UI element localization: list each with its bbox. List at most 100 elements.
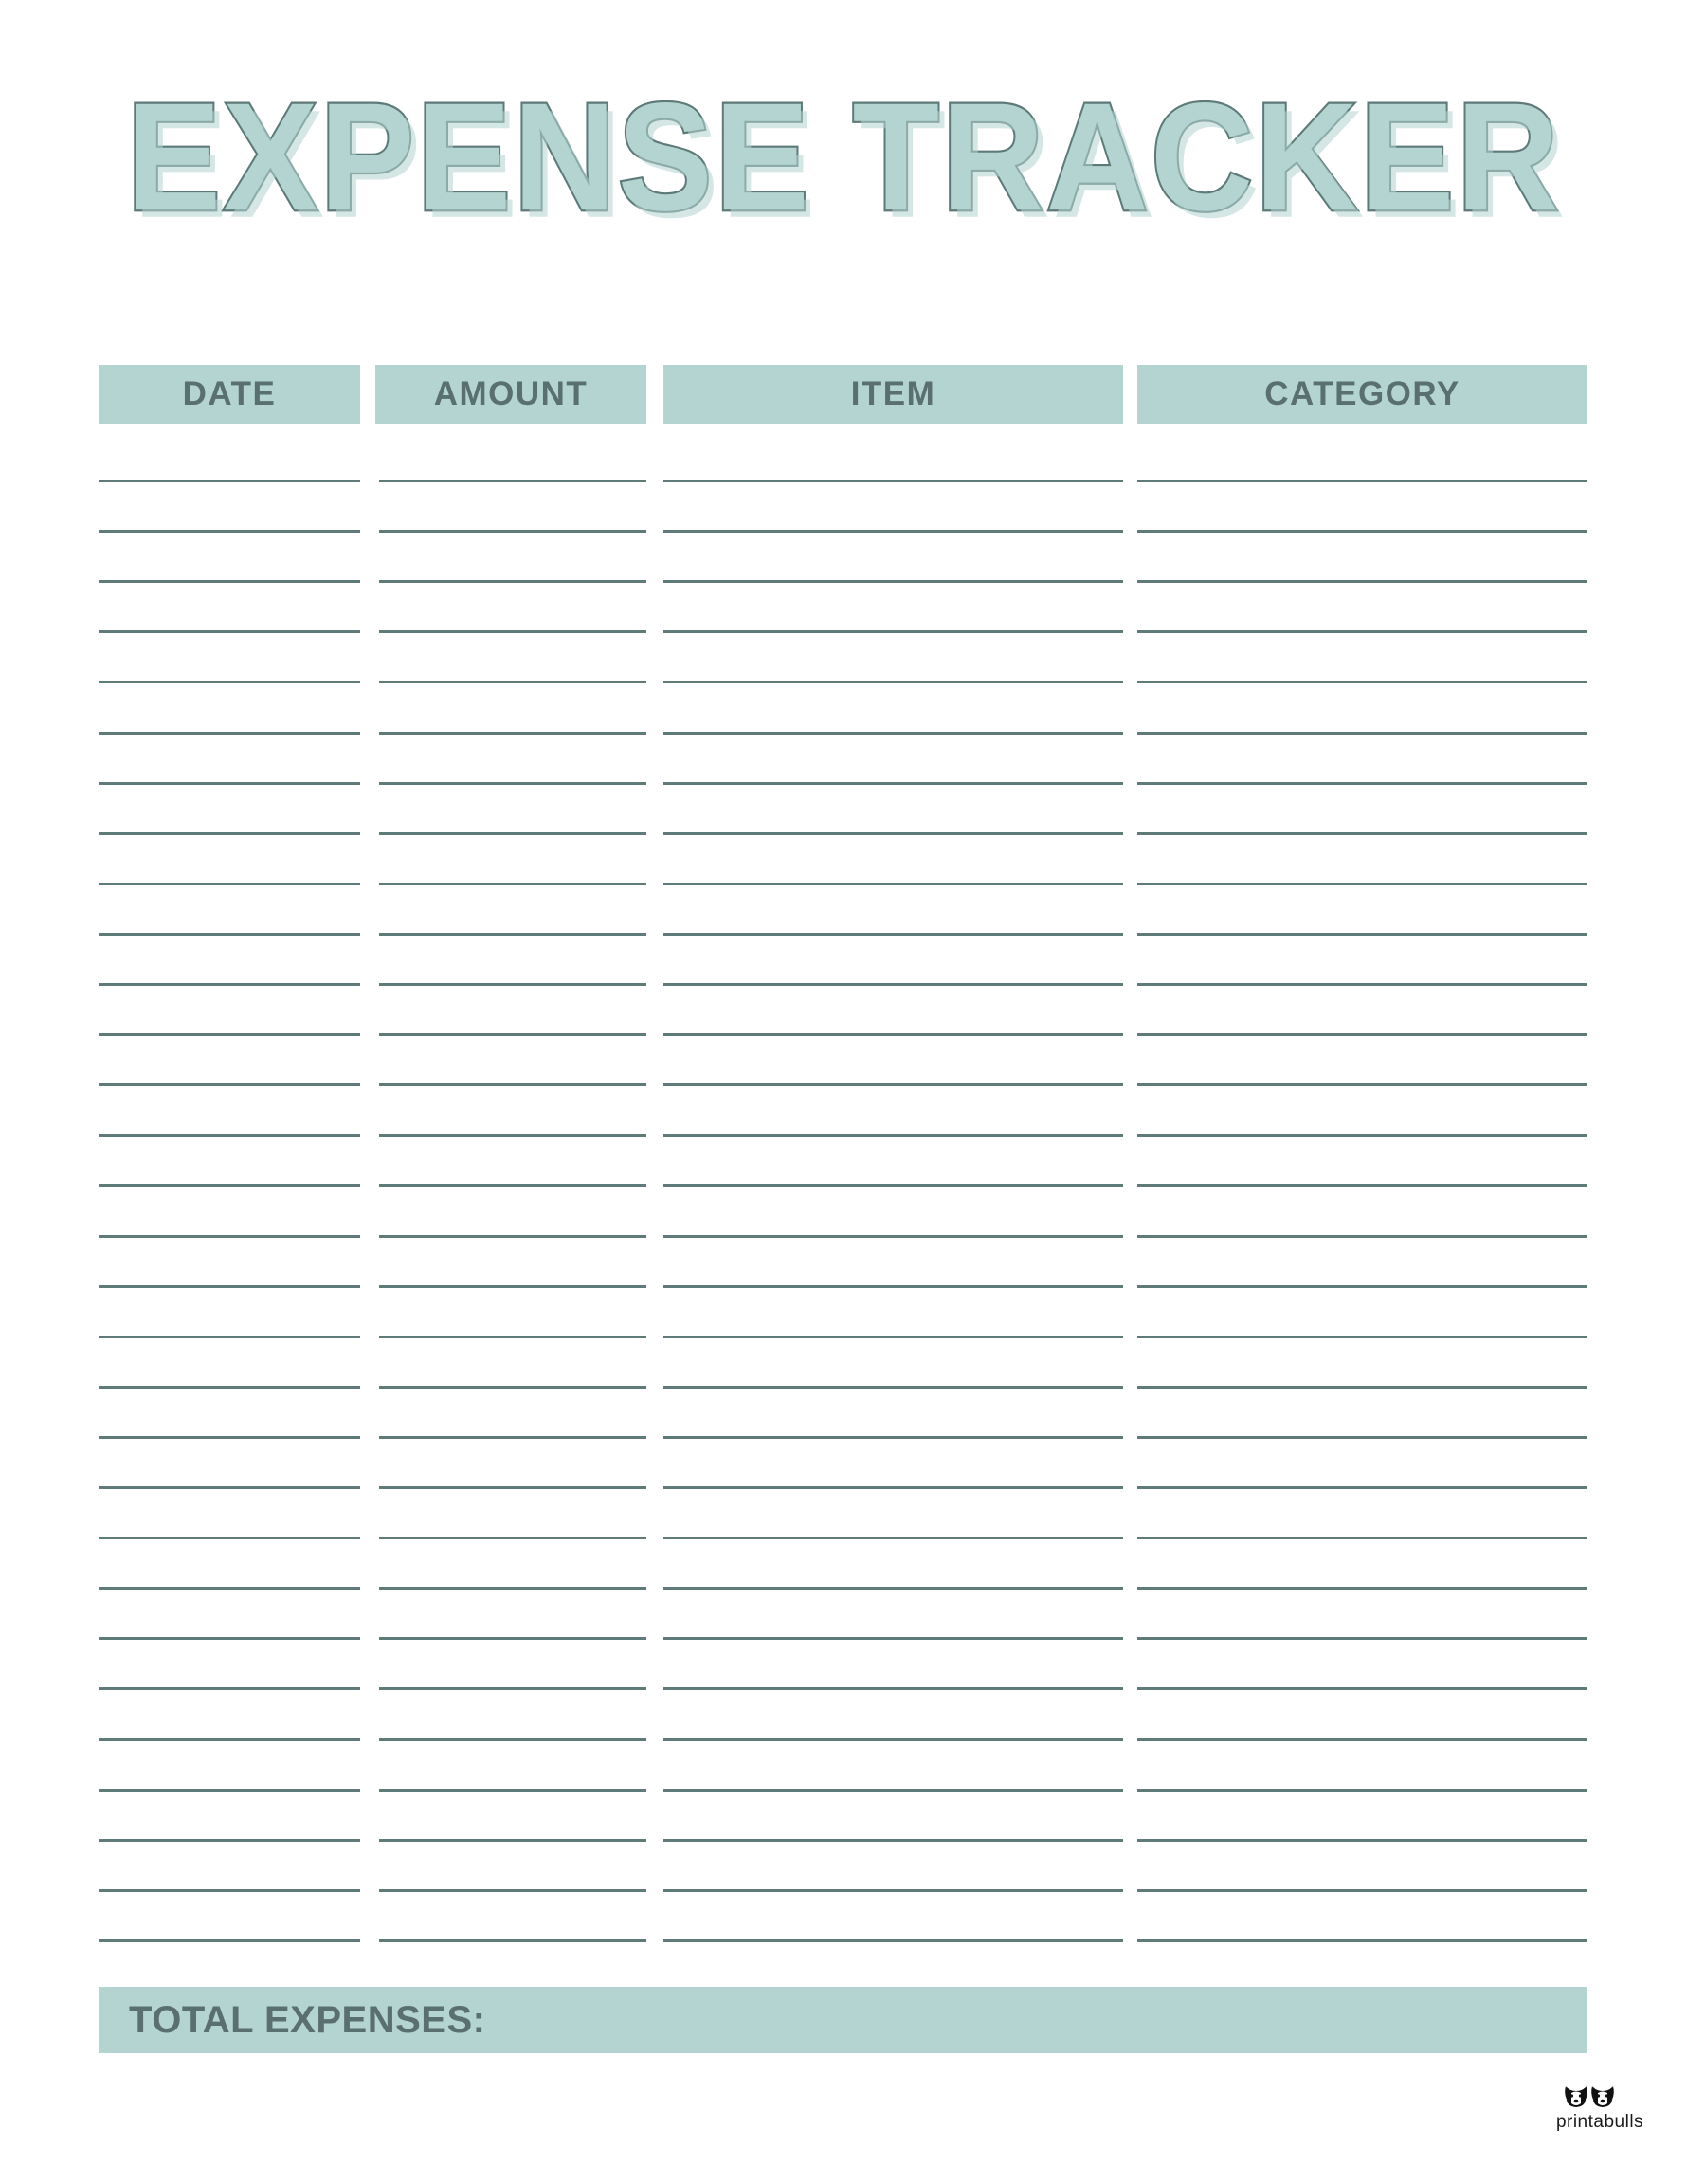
row-line-date[interactable] [99,1889,360,1892]
row-line-date[interactable] [99,1285,360,1288]
row-line-category[interactable] [1137,983,1587,986]
row-line-item[interactable] [663,1336,1123,1338]
row-line-item[interactable] [663,1486,1123,1489]
row-line-amount[interactable] [379,1486,646,1489]
row-line-item[interactable] [663,1738,1123,1741]
row-line-amount[interactable] [379,832,646,835]
row-line-item[interactable] [663,630,1123,633]
row-line-category[interactable] [1137,933,1587,936]
row-line-item[interactable] [663,732,1123,735]
row-line-date[interactable] [99,933,360,936]
row-line-date[interactable] [99,530,360,533]
row-line-amount[interactable] [379,681,646,683]
row-line-item[interactable] [663,580,1123,583]
row-line-amount[interactable] [379,1939,646,1942]
row-line-item[interactable] [663,1687,1123,1690]
row-line-date[interactable] [99,1789,360,1792]
row-line-category[interactable] [1137,1033,1587,1036]
row-line-item[interactable] [663,530,1123,533]
row-line-amount[interactable] [379,1637,646,1640]
row-line-date[interactable] [99,1235,360,1238]
row-line-amount[interactable] [379,1285,646,1288]
row-line-amount[interactable] [379,480,646,482]
row-line-amount[interactable] [379,630,646,633]
row-line-amount[interactable] [379,1235,646,1238]
row-line-item[interactable] [663,1386,1123,1389]
row-line-item[interactable] [663,883,1123,885]
row-line-category[interactable] [1137,1083,1587,1086]
row-line-category[interactable] [1137,732,1587,735]
row-line-amount[interactable] [379,983,646,986]
row-line-item[interactable] [663,933,1123,936]
row-line-category[interactable] [1137,883,1587,885]
row-line-amount[interactable] [379,1687,646,1690]
row-line-date[interactable] [99,1436,360,1439]
row-line-date[interactable] [99,1537,360,1539]
row-line-item[interactable] [663,1184,1123,1187]
row-line-date[interactable] [99,832,360,835]
row-line-item[interactable] [663,1537,1123,1539]
row-line-amount[interactable] [379,1789,646,1792]
row-line-date[interactable] [99,983,360,986]
row-line-item[interactable] [663,1587,1123,1590]
row-line-item[interactable] [663,1083,1123,1086]
row-line-category[interactable] [1137,1386,1587,1389]
row-line-category[interactable] [1137,1738,1587,1741]
row-line-amount[interactable] [379,1436,646,1439]
row-line-category[interactable] [1137,1537,1587,1539]
row-line-amount[interactable] [379,1184,646,1187]
row-line-item[interactable] [663,1235,1123,1238]
row-line-amount[interactable] [379,1889,646,1892]
row-line-amount[interactable] [379,530,646,533]
row-line-item[interactable] [663,1436,1123,1439]
row-line-category[interactable] [1137,782,1587,785]
row-line-category[interactable] [1137,1889,1587,1892]
row-line-category[interactable] [1137,1486,1587,1489]
row-line-item[interactable] [663,1285,1123,1288]
row-line-item[interactable] [663,480,1123,482]
row-line-date[interactable] [99,1587,360,1590]
row-line-item[interactable] [663,1033,1123,1036]
row-line-amount[interactable] [379,1839,646,1842]
row-line-date[interactable] [99,1386,360,1389]
row-line-amount[interactable] [379,1537,646,1539]
row-line-category[interactable] [1137,832,1587,835]
row-line-item[interactable] [663,1637,1123,1640]
row-line-category[interactable] [1137,1839,1587,1842]
row-line-item[interactable] [663,832,1123,835]
row-line-category[interactable] [1137,1134,1587,1137]
row-line-category[interactable] [1137,681,1587,683]
row-line-category[interactable] [1137,1285,1587,1288]
row-line-date[interactable] [99,1687,360,1690]
row-line-category[interactable] [1137,1184,1587,1187]
row-line-item[interactable] [663,1939,1123,1942]
row-line-category[interactable] [1137,1336,1587,1338]
row-line-date[interactable] [99,480,360,482]
row-line-category[interactable] [1137,1789,1587,1792]
row-line-category[interactable] [1137,1687,1587,1690]
row-line-date[interactable] [99,1486,360,1489]
row-line-item[interactable] [663,681,1123,683]
row-line-amount[interactable] [379,1336,646,1338]
row-line-date[interactable] [99,782,360,785]
row-line-category[interactable] [1137,630,1587,633]
row-line-date[interactable] [99,681,360,683]
row-line-category[interactable] [1137,1235,1587,1238]
row-line-amount[interactable] [379,933,646,936]
row-line-item[interactable] [663,1789,1123,1792]
row-line-item[interactable] [663,1134,1123,1137]
row-line-date[interactable] [99,1637,360,1640]
row-line-category[interactable] [1137,580,1587,583]
row-line-item[interactable] [663,1839,1123,1842]
row-line-item[interactable] [663,782,1123,785]
row-line-category[interactable] [1137,1939,1587,1942]
row-line-amount[interactable] [379,782,646,785]
row-line-amount[interactable] [379,1033,646,1036]
row-line-amount[interactable] [379,1738,646,1741]
row-line-category[interactable] [1137,1637,1587,1640]
row-line-date[interactable] [99,1839,360,1842]
row-line-amount[interactable] [379,580,646,583]
row-line-category[interactable] [1137,530,1587,533]
row-line-date[interactable] [99,1184,360,1187]
row-line-date[interactable] [99,630,360,633]
